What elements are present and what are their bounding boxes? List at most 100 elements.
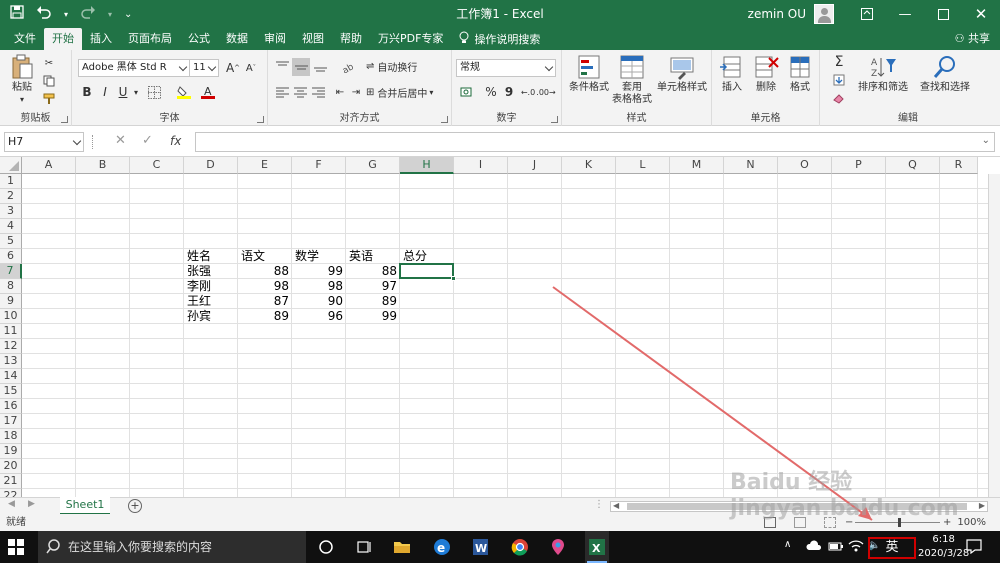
- avatar[interactable]: [814, 4, 834, 24]
- row-header-17[interactable]: 17: [0, 414, 22, 429]
- formula-input[interactable]: ⌄: [195, 132, 995, 152]
- fill-color-icon[interactable]: [176, 84, 192, 100]
- task-view-icon[interactable]: [354, 537, 374, 557]
- shrink-font-button[interactable]: Aˇ: [244, 59, 258, 77]
- row-header-6[interactable]: 6: [0, 249, 22, 264]
- battery-icon[interactable]: [828, 540, 844, 555]
- cell-G8[interactable]: 97: [346, 279, 400, 294]
- worksheet-grid[interactable]: A B C D E F G H I J K L M N O P Q R 1 2 3 4 5 6 7 8 9 10 11 12 13 14 15 1…: [0, 157, 1000, 497]
- name-box[interactable]: H7: [4, 132, 84, 152]
- column-header-E[interactable]: E: [238, 157, 292, 174]
- cell-E10[interactable]: 89: [238, 309, 292, 324]
- bold-button[interactable]: B: [80, 84, 94, 100]
- row-header-14[interactable]: 14: [0, 369, 22, 384]
- taskbar-search-box[interactable]: 在这里输入你要搜索的内容: [38, 531, 306, 563]
- row-header-8[interactable]: 8: [0, 279, 22, 294]
- column-header-L[interactable]: L: [616, 157, 670, 174]
- conditional-formatting-button[interactable]: 条件格式: [566, 54, 612, 94]
- zoom-level[interactable]: 100%: [957, 514, 986, 531]
- horizontal-scrollbar[interactable]: ◀ ▶: [610, 501, 988, 512]
- notification-center-icon[interactable]: [966, 538, 982, 557]
- ribbon-display-options-icon[interactable]: [848, 0, 886, 28]
- minimize-button[interactable]: —: [886, 0, 924, 28]
- percent-style-button[interactable]: %: [484, 84, 498, 100]
- cell-F10[interactable]: 96: [292, 309, 346, 324]
- decrease-indent-icon[interactable]: ⇤: [332, 84, 348, 100]
- share-button[interactable]: ⚇ 共享: [955, 28, 990, 50]
- chrome-browser-icon[interactable]: [510, 537, 530, 557]
- tab-data[interactable]: 数据: [218, 28, 256, 50]
- taskbar-clock[interactable]: 6:18 2020/3/28: [918, 533, 969, 561]
- row-header-12[interactable]: 12: [0, 339, 22, 354]
- tab-page-layout[interactable]: 页面布局: [120, 28, 180, 50]
- increase-decimal-icon[interactable]: ←.0: [520, 84, 536, 100]
- font-name-box[interactable]: Adobe 黑体 Std R: [78, 59, 190, 77]
- autosum-button[interactable]: Σ: [830, 54, 848, 70]
- row-header-10[interactable]: 10: [0, 309, 22, 324]
- accounting-format-icon[interactable]: [458, 84, 478, 100]
- number-dialog-launcher[interactable]: [551, 116, 558, 123]
- map-pin-app-icon[interactable]: [548, 537, 568, 557]
- cell-D9[interactable]: 王红: [184, 294, 238, 309]
- confirm-entry-icon[interactable]: ✓: [142, 133, 153, 148]
- cell-G9[interactable]: 89: [346, 294, 400, 309]
- scroll-sheets-right-icon[interactable]: ▶: [28, 499, 35, 509]
- zoom-in-button[interactable]: +: [943, 514, 951, 531]
- tell-me-search[interactable]: 操作说明搜索: [451, 28, 548, 50]
- row-header-22[interactable]: 22: [0, 489, 22, 497]
- column-header-P[interactable]: P: [832, 157, 886, 174]
- tab-split-handle[interactable]: ⋮: [594, 499, 604, 510]
- delete-cells-button[interactable]: 删除: [750, 54, 782, 94]
- align-right-icon[interactable]: [310, 84, 326, 100]
- column-header-B[interactable]: B: [76, 157, 130, 174]
- row-header-20[interactable]: 20: [0, 459, 22, 474]
- alignment-dialog-launcher[interactable]: [441, 116, 448, 123]
- tab-insert[interactable]: 插入: [82, 28, 120, 50]
- paste-button[interactable]: 粘贴 ▾: [6, 54, 38, 106]
- cell-D7[interactable]: 张强: [184, 264, 238, 279]
- cell-G6[interactable]: 英语: [346, 249, 400, 264]
- format-as-table-button[interactable]: 套用 表格格式: [610, 54, 654, 106]
- cell-F7[interactable]: 99: [292, 264, 346, 279]
- increase-indent-icon[interactable]: ⇥: [348, 84, 364, 100]
- page-break-view-icon[interactable]: [824, 517, 836, 528]
- windows-start-icon[interactable]: [8, 539, 24, 555]
- align-middle-icon[interactable]: [292, 58, 310, 76]
- row-header-19[interactable]: 19: [0, 444, 22, 459]
- column-header-I[interactable]: I: [454, 157, 508, 174]
- row-header-21[interactable]: 21: [0, 474, 22, 489]
- row-header-3[interactable]: 3: [0, 204, 22, 219]
- orientation-icon[interactable]: ab: [338, 58, 358, 74]
- align-left-icon[interactable]: [274, 84, 290, 100]
- column-header-Q[interactable]: Q: [886, 157, 940, 174]
- zoom-slider-thumb[interactable]: [898, 518, 901, 527]
- ime-language-indicator[interactable]: 英: [868, 537, 916, 559]
- horizontal-scroll-thumb[interactable]: [627, 503, 967, 510]
- font-size-box[interactable]: 11: [189, 59, 219, 77]
- formula-bar-splitter[interactable]: [92, 135, 96, 149]
- new-sheet-button[interactable]: +: [128, 499, 142, 513]
- scroll-left-icon[interactable]: ◀: [613, 501, 619, 510]
- cell-H6[interactable]: 总分: [400, 249, 454, 264]
- column-header-O[interactable]: O: [778, 157, 832, 174]
- row-header-18[interactable]: 18: [0, 429, 22, 444]
- column-header-D[interactable]: D: [184, 157, 238, 174]
- vertical-scrollbar[interactable]: [988, 174, 1000, 497]
- italic-button[interactable]: I: [98, 84, 112, 100]
- maximize-button[interactable]: [924, 0, 962, 28]
- page-layout-view-icon[interactable]: [794, 517, 806, 528]
- row-header-7[interactable]: 7: [0, 264, 22, 279]
- row-header-1[interactable]: 1: [0, 174, 22, 189]
- align-bottom-icon[interactable]: [312, 58, 328, 74]
- cancel-entry-icon[interactable]: ✕: [115, 133, 126, 148]
- row-header-2[interactable]: 2: [0, 189, 22, 204]
- customize-toolbar-icon[interactable]: ⌄: [124, 9, 132, 20]
- grow-font-button[interactable]: A ^: [226, 59, 240, 77]
- wifi-icon[interactable]: [848, 539, 864, 556]
- column-header-R[interactable]: R: [940, 157, 978, 174]
- cell-E7[interactable]: 88: [238, 264, 292, 279]
- edge-browser-icon[interactable]: e: [432, 537, 452, 557]
- font-color-icon[interactable]: A: [200, 84, 216, 100]
- save-icon[interactable]: [10, 5, 24, 23]
- sheet-tab-sheet1[interactable]: Sheet1: [60, 497, 110, 515]
